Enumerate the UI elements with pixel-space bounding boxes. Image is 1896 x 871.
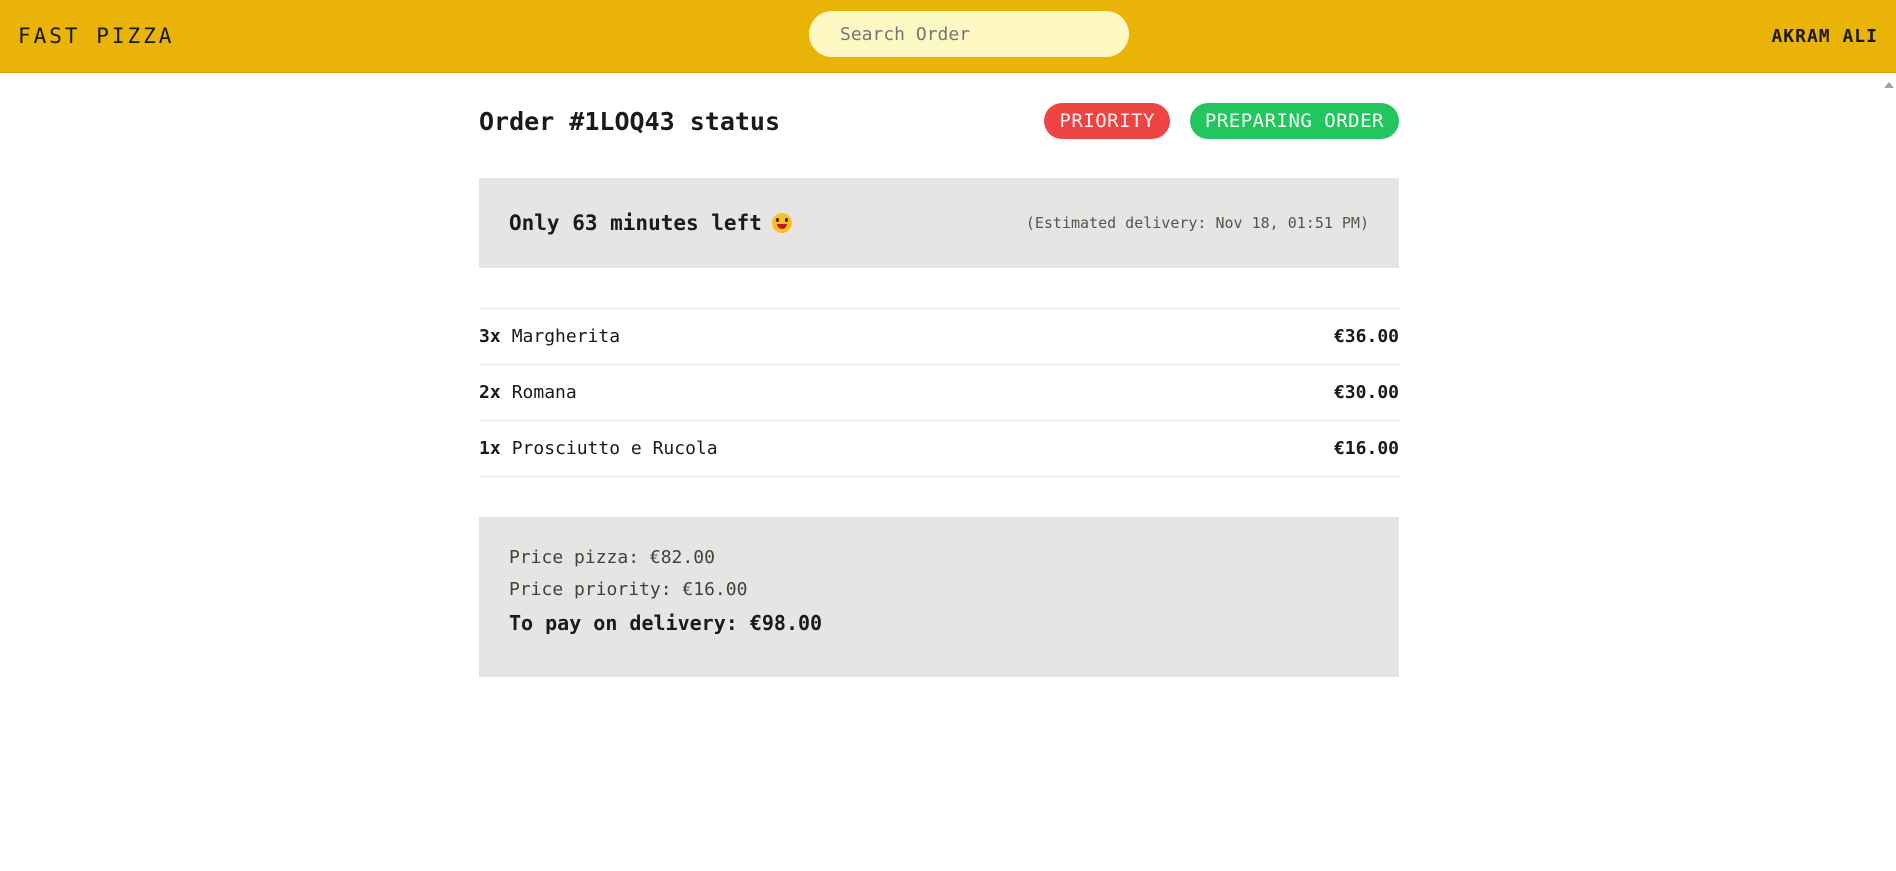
username: AKRAM ALI <box>1771 25 1878 47</box>
price-priority: Price priority: €16.00 <box>509 579 748 600</box>
search-order-input[interactable] <box>809 11 1129 57</box>
price-summary-panel: Price pizza: €82.00 Price priority: €16.… <box>479 517 1399 677</box>
total-to-pay: To pay on delivery: €98.00 <box>509 611 823 635</box>
grinning-tongue-emoji-icon <box>771 213 792 233</box>
order-page: Order #1LOQ43 status PRIORITY PREPARING … <box>479 73 1399 677</box>
list-item: 3x Margherita €36.00 <box>479 309 1399 365</box>
eta-message-text: Only 63 minutes left <box>509 211 762 235</box>
delivery-eta-panel: Only 63 minutes left (Estimated delivery… <box>479 178 1399 268</box>
app-logo[interactable]: FAST PIZZA <box>18 24 174 48</box>
list-item: 2x Romana €30.00 <box>479 365 1399 421</box>
item-price: €30.00 <box>1333 382 1399 403</box>
status-badge: PREPARING ORDER <box>1189 103 1399 139</box>
list-item: 1x Prosciutto e Rucola €16.00 <box>479 421 1399 477</box>
status-badges: PRIORITY PREPARING ORDER <box>1044 103 1399 139</box>
item-description: 1x Prosciutto e Rucola <box>479 438 718 459</box>
estimated-delivery: (Estimated delivery: Nov 18, 01:51 PM) <box>1025 214 1369 232</box>
app-header: FAST PIZZA AKRAM ALI <box>0 0 1896 73</box>
order-title: Order #1LOQ43 status <box>479 106 781 136</box>
priority-badge: PRIORITY <box>1044 103 1170 139</box>
item-quantity: 2x <box>479 382 501 403</box>
item-price: €16.00 <box>1333 438 1399 459</box>
eta-message: Only 63 minutes left <box>509 211 792 235</box>
order-items-list: 3x Margherita €36.00 2x Romana €30.00 1x Pr… <box>479 308 1399 477</box>
price-pizza: Price pizza: €82.00 <box>509 547 715 568</box>
item-name: Margherita <box>511 326 621 347</box>
scroll-up-arrow-icon[interactable] <box>1884 82 1894 88</box>
item-name: Romana <box>511 382 577 403</box>
item-name: Prosciutto e Rucola <box>511 438 718 459</box>
item-price: €36.00 <box>1333 326 1399 347</box>
item-quantity: 1x <box>479 438 501 459</box>
item-quantity: 3x <box>479 326 501 347</box>
item-description: 2x Romana <box>479 382 577 403</box>
item-description: 3x Margherita <box>479 326 620 347</box>
order-title-row: Order #1LOQ43 status PRIORITY PREPARING … <box>479 103 1399 139</box>
